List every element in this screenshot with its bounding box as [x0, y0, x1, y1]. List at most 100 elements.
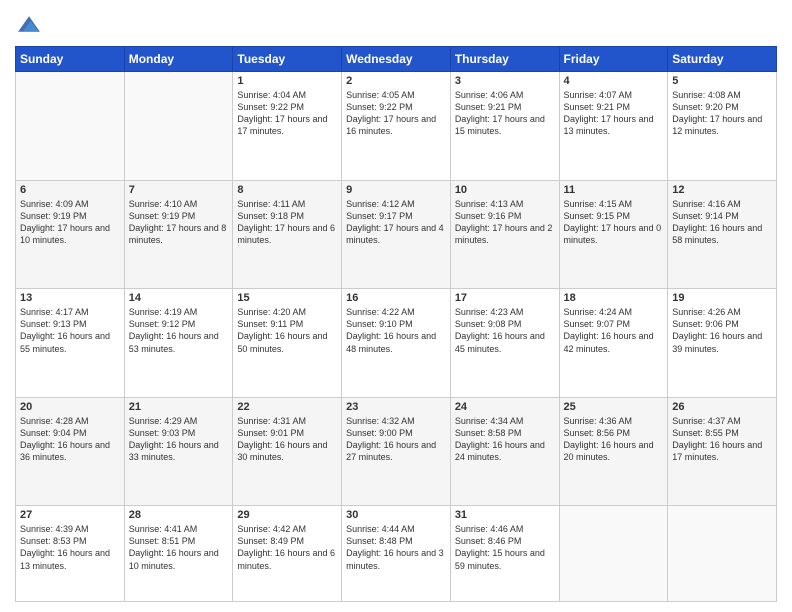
day-number: 2 [346, 75, 446, 87]
day-info: Sunrise: 4:16 AMSunset: 9:14 PMDaylight:… [672, 198, 772, 247]
day-info: Sunrise: 4:23 AMSunset: 9:08 PMDaylight:… [455, 306, 555, 355]
weekday-monday: Monday [124, 47, 233, 72]
day-info: Sunrise: 4:04 AMSunset: 9:22 PMDaylight:… [237, 89, 337, 138]
day-number: 5 [672, 75, 772, 87]
week-row-3: 13 Sunrise: 4:17 AMSunset: 9:13 PMDayligh… [16, 289, 777, 398]
logo [15, 10, 47, 38]
day-number: 31 [455, 509, 555, 521]
day-number: 26 [672, 401, 772, 413]
day-cell: 31 Sunrise: 4:46 AMSunset: 8:46 PMDayligh… [450, 506, 559, 602]
day-cell: 23 Sunrise: 4:32 AMSunset: 9:00 PMDayligh… [342, 397, 451, 506]
day-cell: 4Sunrise: 4:07 AMSunset: 9:21 PMDaylight… [559, 72, 668, 181]
day-cell: 9 Sunrise: 4:12 AMSunset: 9:17 PMDaylight… [342, 180, 451, 289]
day-number: 6 [20, 184, 120, 196]
day-cell: 19 Sunrise: 4:26 AMSunset: 9:06 PMDayligh… [668, 289, 777, 398]
weekday-sunday: Sunday [16, 47, 125, 72]
day-number: 14 [129, 292, 229, 304]
day-cell: 3 Sunrise: 4:06 AMSunset: 9:21 PMDaylight… [450, 72, 559, 181]
day-cell: 30 Sunrise: 4:44 AMSunset: 8:48 PMDayligh… [342, 506, 451, 602]
day-info: Sunrise: 4:12 AMSunset: 9:17 PMDaylight:… [346, 198, 446, 247]
day-number: 10 [455, 184, 555, 196]
day-info: Sunrise: 4:13 AMSunset: 9:16 PMDaylight:… [455, 198, 555, 247]
day-info: Sunrise: 4:19 AMSunset: 9:12 PMDaylight:… [129, 306, 229, 355]
day-cell: 28 Sunrise: 4:41 AMSunset: 8:51 PMDayligh… [124, 506, 233, 602]
weekday-thursday: Thursday [450, 47, 559, 72]
day-info: Sunrise: 4:46 AMSunset: 8:46 PMDaylight:… [455, 523, 555, 572]
day-info: Sunrise: 4:42 AMSunset: 8:49 PMDaylight:… [237, 523, 337, 572]
day-info: Sunrise: 4:15 AMSunset: 9:15 PMDaylight:… [564, 198, 664, 247]
day-info: Sunrise: 4:22 AMSunset: 9:10 PMDaylight:… [346, 306, 446, 355]
day-number: 24 [455, 401, 555, 413]
week-row-2: 6Sunrise: 4:09 AMSunset: 9:19 PMDaylight… [16, 180, 777, 289]
day-number: 8 [237, 184, 337, 196]
day-number: 7 [129, 184, 229, 196]
weekday-wednesday: Wednesday [342, 47, 451, 72]
day-number: 13 [20, 292, 120, 304]
day-info: Sunrise: 4:08 AMSunset: 9:20 PMDaylight:… [672, 89, 772, 138]
day-cell: 20Sunrise: 4:28 AMSunset: 9:04 PMDayligh… [16, 397, 125, 506]
day-cell: 14 Sunrise: 4:19 AMSunset: 9:12 PMDayligh… [124, 289, 233, 398]
day-number: 11 [564, 184, 664, 196]
day-info: Sunrise: 4:37 AMSunset: 8:55 PMDaylight:… [672, 415, 772, 464]
day-cell: 17 Sunrise: 4:23 AMSunset: 9:08 PMDayligh… [450, 289, 559, 398]
day-number: 28 [129, 509, 229, 521]
day-cell: 7 Sunrise: 4:10 AMSunset: 9:19 PMDaylight… [124, 180, 233, 289]
day-number: 30 [346, 509, 446, 521]
day-info: Sunrise: 4:44 AMSunset: 8:48 PMDaylight:… [346, 523, 446, 572]
day-number: 15 [237, 292, 337, 304]
day-info: Sunrise: 4:11 AMSunset: 9:18 PMDaylight:… [237, 198, 337, 247]
day-number: 17 [455, 292, 555, 304]
day-cell [16, 72, 125, 181]
header [15, 10, 777, 38]
calendar-table: SundayMondayTuesdayWednesdayThursdayFrid… [15, 46, 777, 602]
day-number: 9 [346, 184, 446, 196]
day-info: Sunrise: 4:10 AMSunset: 9:19 PMDaylight:… [129, 198, 229, 247]
day-info: Sunrise: 4:05 AMSunset: 9:22 PMDaylight:… [346, 89, 446, 138]
day-number: 19 [672, 292, 772, 304]
day-number: 27 [20, 509, 120, 521]
day-info: Sunrise: 4:24 AMSunset: 9:07 PMDaylight:… [564, 306, 664, 355]
day-number: 21 [129, 401, 229, 413]
day-number: 16 [346, 292, 446, 304]
day-info: Sunrise: 4:17 AMSunset: 9:13 PMDaylight:… [20, 306, 120, 355]
day-cell [124, 72, 233, 181]
day-cell: 6Sunrise: 4:09 AMSunset: 9:19 PMDaylight… [16, 180, 125, 289]
day-info: Sunrise: 4:39 AMSunset: 8:53 PMDaylight:… [20, 523, 120, 572]
day-info: Sunrise: 4:26 AMSunset: 9:06 PMDaylight:… [672, 306, 772, 355]
day-number: 22 [237, 401, 337, 413]
day-number: 23 [346, 401, 446, 413]
day-number: 18 [564, 292, 664, 304]
day-cell: 26 Sunrise: 4:37 AMSunset: 8:55 PMDayligh… [668, 397, 777, 506]
day-cell: 29 Sunrise: 4:42 AMSunset: 8:49 PMDayligh… [233, 506, 342, 602]
day-info: Sunrise: 4:36 AMSunset: 8:56 PMDaylight:… [564, 415, 664, 464]
day-cell: 12 Sunrise: 4:16 AMSunset: 9:14 PMDayligh… [668, 180, 777, 289]
day-cell: 2 Sunrise: 4:05 AMSunset: 9:22 PMDaylight… [342, 72, 451, 181]
day-cell: 5 Sunrise: 4:08 AMSunset: 9:20 PMDaylight… [668, 72, 777, 181]
day-cell: 25Sunrise: 4:36 AMSunset: 8:56 PMDayligh… [559, 397, 668, 506]
day-cell: 13 Sunrise: 4:17 AMSunset: 9:13 PMDayligh… [16, 289, 125, 398]
day-cell: 11 Sunrise: 4:15 AMSunset: 9:15 PMDayligh… [559, 180, 668, 289]
weekday-friday: Friday [559, 47, 668, 72]
day-info: Sunrise: 4:20 AMSunset: 9:11 PMDaylight:… [237, 306, 337, 355]
week-row-4: 20Sunrise: 4:28 AMSunset: 9:04 PMDayligh… [16, 397, 777, 506]
day-info: Sunrise: 4:41 AMSunset: 8:51 PMDaylight:… [129, 523, 229, 572]
weekday-tuesday: Tuesday [233, 47, 342, 72]
day-info: Sunrise: 4:29 AMSunset: 9:03 PMDaylight:… [129, 415, 229, 464]
day-cell [559, 506, 668, 602]
day-info: Sunrise: 4:07 AMSunset: 9:21 PMDaylight:… [564, 89, 664, 138]
day-cell: 27 Sunrise: 4:39 AMSunset: 8:53 PMDayligh… [16, 506, 125, 602]
day-cell: 8 Sunrise: 4:11 AMSunset: 9:18 PMDaylight… [233, 180, 342, 289]
day-number: 12 [672, 184, 772, 196]
weekday-saturday: Saturday [668, 47, 777, 72]
day-cell [668, 506, 777, 602]
day-cell: 24Sunrise: 4:34 AMSunset: 8:58 PMDayligh… [450, 397, 559, 506]
week-row-5: 27 Sunrise: 4:39 AMSunset: 8:53 PMDayligh… [16, 506, 777, 602]
day-info: Sunrise: 4:06 AMSunset: 9:21 PMDaylight:… [455, 89, 555, 138]
day-info: Sunrise: 4:28 AMSunset: 9:04 PMDaylight:… [20, 415, 120, 464]
day-number: 29 [237, 509, 337, 521]
page: SundayMondayTuesdayWednesdayThursdayFrid… [0, 0, 792, 612]
day-info: Sunrise: 4:32 AMSunset: 9:00 PMDaylight:… [346, 415, 446, 464]
day-number: 3 [455, 75, 555, 87]
weekday-header-row: SundayMondayTuesdayWednesdayThursdayFrid… [16, 47, 777, 72]
day-cell: 18 Sunrise: 4:24 AMSunset: 9:07 PMDayligh… [559, 289, 668, 398]
